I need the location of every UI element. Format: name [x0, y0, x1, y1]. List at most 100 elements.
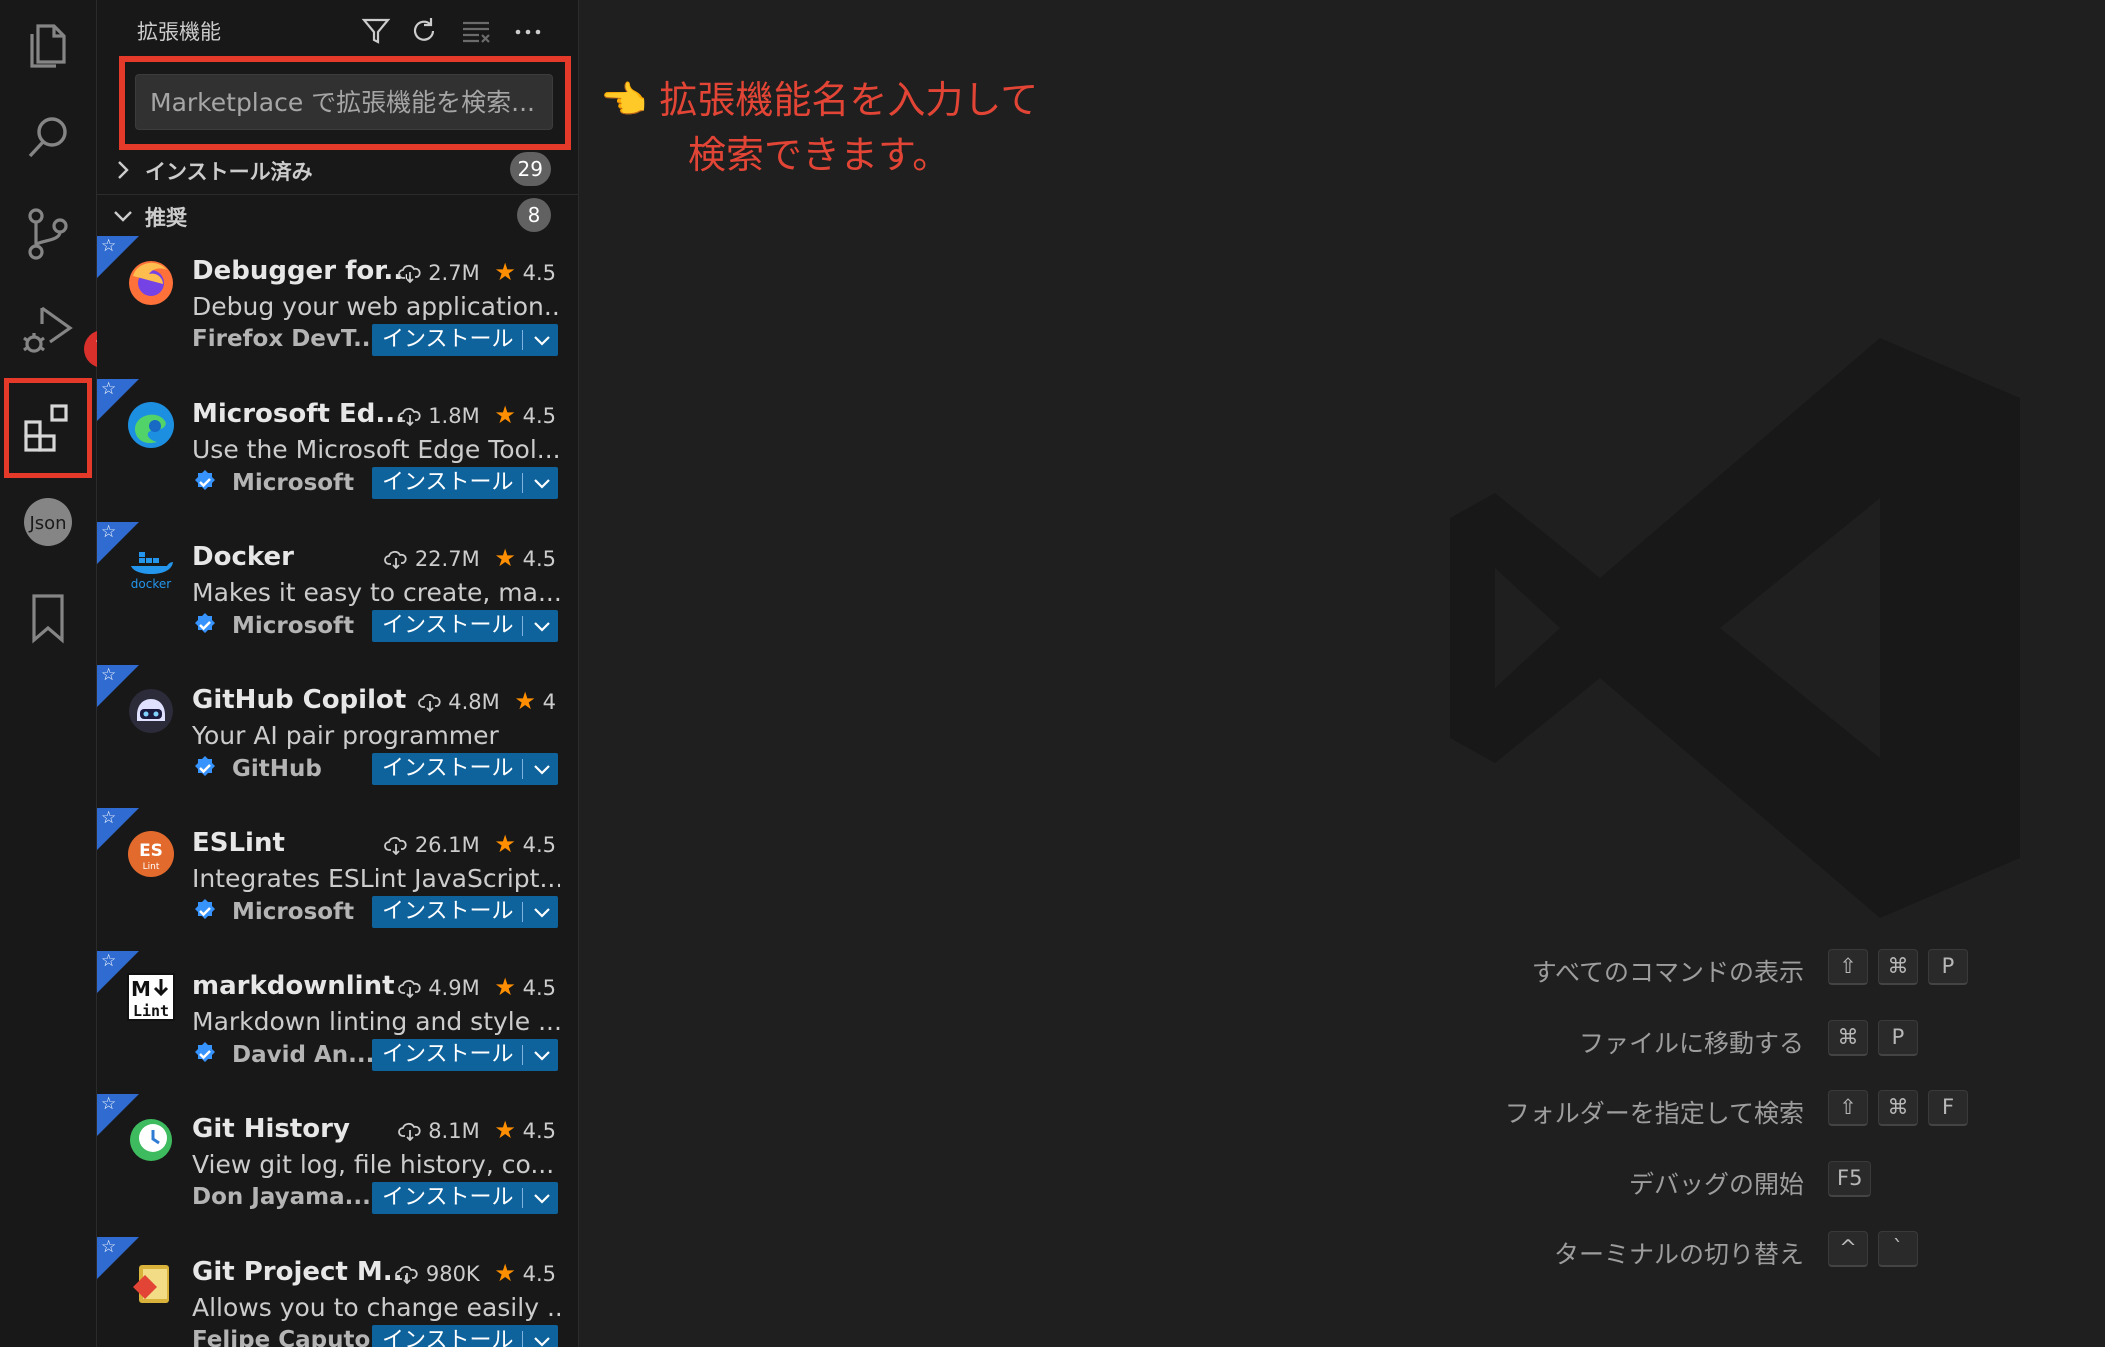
star-icon: ☆ — [101, 522, 117, 542]
clear-results-icon[interactable] — [459, 14, 493, 48]
download-cloud-icon — [395, 1265, 418, 1284]
chevron-down-icon[interactable] — [530, 1328, 554, 1347]
source-control-icon[interactable] — [18, 204, 78, 264]
extensions-highlight-box — [4, 378, 92, 478]
annotation-line-2: 検索できます。 — [688, 133, 951, 177]
publisher-name: Microsoft — [232, 613, 355, 639]
rating-value: 4.5 — [522, 261, 556, 285]
extension-description: Markdown linting and style ... — [192, 1007, 560, 1036]
edge-icon — [125, 399, 177, 451]
install-button-label: インストール — [382, 327, 514, 352]
download-count: 4.9M — [428, 976, 480, 1000]
search-icon[interactable] — [18, 108, 78, 168]
shortcut-label[interactable]: フォルダーを指定して検索 — [1505, 1094, 1804, 1130]
bookmark-icon[interactable] — [18, 588, 78, 648]
rating-star-icon: ★ — [494, 258, 516, 286]
install-button[interactable]: インストール — [372, 1182, 558, 1214]
extension-list-item[interactable]: ☆ docker Docker 22.7M ★ 4.5 Makes it eas… — [97, 522, 578, 666]
extension-list-item[interactable]: ☆ GitHub Copilot 4.8M ★ 4 Your AI pair p… — [97, 665, 578, 809]
install-button[interactable]: インストール — [372, 1325, 558, 1347]
extension-search-input[interactable] — [135, 74, 553, 130]
verified-publisher-icon — [195, 613, 215, 633]
keyboard-key: ⌘ — [1878, 1090, 1918, 1126]
extension-list-item[interactable]: ☆ M Lint markdownlint 4.9M ★ 4.5 Markdown… — [97, 951, 578, 1095]
more-actions-icon[interactable] — [511, 14, 545, 48]
chevron-down-icon — [114, 211, 132, 222]
extension-stats: 2.7M ★ 4.5 — [397, 258, 556, 286]
extensions-sidebar: 拡張機能 インストール済み 29 推奨 8 ☆ Debugger for... … — [97, 0, 579, 1347]
json-icon[interactable]: Json — [18, 492, 78, 552]
rating-star-icon: ★ — [494, 1116, 516, 1144]
publisher-name: Microsoft — [232, 899, 355, 925]
shortcut-label[interactable]: すべてのコマンドの表示 — [1532, 953, 1804, 989]
run-debug-icon[interactable] — [18, 300, 78, 360]
rating-star-icon: ★ — [494, 544, 516, 572]
section-installed[interactable]: インストール済み 29 — [107, 150, 567, 190]
sidebar-title: 拡張機能 — [137, 20, 221, 44]
shortcut-row: ファイルに移動する ⌘ P — [1380, 1019, 1980, 1060]
extension-list-item[interactable]: ☆ ES Lint ESLint 26.1M ★ 4.5 Integrates E… — [97, 808, 578, 952]
rating-star-icon: ★ — [494, 830, 516, 858]
install-button-label: インストール — [382, 1185, 514, 1210]
extension-name: Git Project M... — [192, 1257, 407, 1287]
install-button[interactable]: インストール — [372, 896, 558, 928]
chevron-down-icon[interactable] — [530, 756, 554, 782]
rating-star-icon: ★ — [494, 1259, 516, 1287]
chevron-down-icon[interactable] — [530, 470, 554, 496]
refresh-icon[interactable] — [407, 14, 441, 48]
copilot-icon — [125, 685, 177, 737]
shortcut-label[interactable]: ファイルに移動する — [1579, 1024, 1804, 1060]
git-project-manager-icon — [125, 1257, 177, 1309]
extension-name: Git History — [192, 1114, 350, 1144]
extension-name: Docker — [192, 542, 294, 572]
chevron-down-icon[interactable] — [530, 1042, 554, 1068]
extension-list-item[interactable]: ☆ Git History 8.1M ★ 4.5 View git log, f… — [97, 1094, 578, 1238]
download-count: 1.8M — [428, 404, 480, 428]
rating-value: 4.5 — [522, 547, 556, 571]
install-button[interactable]: インストール — [372, 324, 558, 356]
star-icon: ☆ — [101, 808, 117, 828]
git-history-icon — [125, 1114, 177, 1166]
extension-list-item[interactable]: ☆ Microsoft Ed... 1.8M ★ 4.5 Use the Mic… — [97, 379, 578, 523]
chevron-down-icon[interactable] — [530, 899, 554, 925]
extension-publisher: Firefox DevT... — [192, 326, 372, 352]
shortcut-row: すべてのコマンドの表示 ⇧ ⌘ P — [1380, 949, 1980, 989]
download-cloud-icon — [397, 979, 421, 998]
rating-value: 4.5 — [522, 404, 556, 428]
extension-name: markdownlint — [192, 971, 395, 1001]
keyboard-key: ⌘ — [1828, 1019, 1868, 1056]
rating-star-icon: ★ — [494, 401, 516, 429]
chevron-down-icon[interactable] — [530, 327, 554, 353]
files-icon[interactable] — [18, 14, 78, 74]
install-button[interactable]: インストール — [372, 1039, 558, 1071]
filter-icon[interactable] — [359, 14, 393, 48]
chevron-down-icon[interactable] — [530, 1185, 554, 1211]
shortcut-label[interactable]: デバッグの開始 — [1629, 1165, 1804, 1201]
install-button[interactable]: インストール — [372, 610, 558, 642]
verified-publisher-icon — [195, 899, 215, 919]
section-recommended[interactable]: 推奨 8 — [107, 196, 567, 236]
shortcut-label[interactable]: ターミナルの切り替え — [1554, 1235, 1804, 1271]
extension-stats: 4.8M ★ 4 — [417, 687, 556, 715]
extension-list-item[interactable]: ☆ Git Project M... 980K ★ 4.5 Allows you… — [97, 1237, 578, 1347]
extension-stats: 22.7M ★ 4.5 — [384, 544, 556, 572]
docker-icon: docker — [125, 542, 177, 594]
svg-text:docker: docker — [131, 577, 171, 591]
chevron-down-icon[interactable] — [530, 613, 554, 639]
extension-description: Debug your web application... — [192, 292, 560, 321]
extension-stats: 1.8M ★ 4.5 — [397, 401, 556, 429]
section-installed-label: インストール済み — [145, 160, 313, 184]
extension-list-item[interactable]: ☆ Debugger for... 2.7M ★ 4.5 Debug your … — [97, 236, 578, 380]
download-cloud-icon — [384, 550, 407, 569]
download-count: 8.1M — [428, 1119, 480, 1143]
extension-publisher: Microsoft — [192, 469, 372, 496]
extension-stats: 26.1M ★ 4.5 — [384, 830, 556, 858]
extension-description: View git log, file history, co... — [192, 1150, 555, 1179]
publisher-name: David An... — [232, 1042, 372, 1068]
extension-stats: 4.9M ★ 4.5 — [397, 973, 556, 1001]
install-button[interactable]: インストール — [372, 467, 558, 499]
extension-description: Integrates ESLint JavaScript... — [192, 864, 560, 893]
install-button[interactable]: インストール — [372, 753, 558, 785]
install-button-label: インストール — [382, 1042, 514, 1067]
extension-publisher: Don Jayama... — [192, 1184, 372, 1210]
